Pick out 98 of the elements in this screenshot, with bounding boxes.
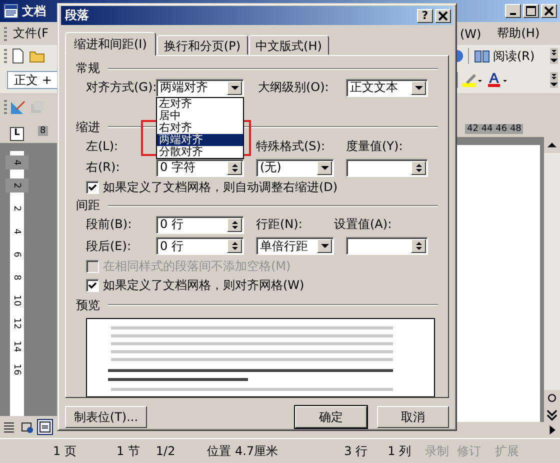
ruler-number: 8 [11, 274, 23, 282]
drawing-tools-icon[interactable] [10, 99, 26, 115]
spinner-icon[interactable] [227, 160, 242, 175]
menu-item[interactable]: 文件(F [10, 25, 52, 42]
font-color-icon[interactable] [486, 72, 508, 88]
spin-field[interactable]: 0 字符 [156, 158, 244, 177]
field-input[interactable]: 0 行 [157, 218, 227, 232]
minimize-button[interactable] [505, 4, 521, 18]
ruler-number: 16 [11, 362, 23, 376]
minimize-icon [510, 13, 516, 15]
close-icon [438, 10, 448, 20]
status-item: 1/2 [156, 444, 176, 458]
spin-field[interactable]: 0 行 [156, 216, 244, 234]
checkbox-label: 如果定义了文档网格，则对齐网格(W) [103, 276, 304, 294]
spinner-icon[interactable] [227, 239, 242, 254]
outline-level-dropdown[interactable]: 正文文本 [346, 78, 428, 97]
field-label: 对齐方式(G): [85, 79, 156, 96]
status-item: 扩展 [495, 442, 520, 460]
dropdown-option[interactable]: 右对齐 [157, 122, 243, 134]
status-item: 1 列 [388, 442, 412, 460]
dropdown-option[interactable]: 两端对齐 [157, 134, 243, 146]
status-item: 1 节 [116, 442, 140, 460]
tab[interactable]: 缩进和间距(I) [65, 32, 156, 56]
field-label: 大纲级别(O): [257, 79, 330, 96]
field-label: 右(R): [85, 159, 121, 176]
close-button[interactable] [541, 4, 557, 18]
ruler-number: 12 [11, 316, 23, 330]
field-input[interactable]: 两端对齐 [157, 80, 227, 95]
spin-field[interactable] [346, 237, 428, 256]
maximize-icon [526, 6, 536, 16]
dropdown-option[interactable]: 分散对齐 [157, 146, 243, 158]
field-input[interactable]: 单倍行距 [257, 239, 317, 254]
chevron-icon[interactable] [550, 48, 558, 64]
spinner-icon[interactable] [227, 218, 242, 232]
ruler-number: 14 [11, 340, 23, 354]
field-label: 左(L): [85, 138, 120, 155]
special-format-dropdown[interactable]: (无) [256, 158, 334, 177]
field-label: 行距(N): [255, 216, 304, 234]
menu-item[interactable]: 帮助(H) [494, 25, 543, 42]
checkbox[interactable] [86, 181, 99, 194]
section-heading: 间距 [76, 197, 100, 214]
book-icon [474, 48, 490, 64]
ruler-number: 2 [11, 204, 23, 214]
maximize-button[interactable] [523, 4, 539, 18]
dropdown-option[interactable]: 居中 [157, 110, 243, 122]
ruler-number: 4 [11, 228, 23, 236]
status-item: 录制 [425, 442, 450, 460]
status-item: 1 页 [53, 442, 76, 460]
dialog-button[interactable]: 确定 [295, 406, 367, 428]
field-label: 段后(E): [85, 238, 132, 255]
close-icon [544, 6, 554, 16]
menu-item[interactable]: (W) [457, 26, 484, 40]
ruler-number: 6 [11, 250, 23, 260]
ruler-number: 2 [6, 178, 28, 192]
dialog-title: 段落 [65, 7, 89, 24]
window-title: 文档 [22, 2, 46, 20]
spinner-icon[interactable] [411, 160, 426, 175]
field-input[interactable]: 0 行 [157, 239, 227, 254]
section-heading: 常规 [76, 60, 100, 77]
ruler-number: 4 [6, 156, 28, 170]
tab[interactable]: 中文版式(H) [248, 35, 329, 55]
normal-view-icon[interactable] [2, 420, 16, 434]
read-button[interactable]: 阅读(R) [472, 48, 537, 64]
field-input[interactable]: 正文文本 [347, 80, 411, 95]
field-label: 段前(B): [85, 216, 133, 234]
field-label: 度量值(Y): [346, 138, 403, 155]
section-heading: 缩进 [76, 118, 100, 136]
field-input[interactable]: (无) [257, 160, 317, 175]
dialog-button[interactable]: 取消 [377, 406, 449, 428]
ruler-number: 8 [38, 126, 48, 136]
field-label: 设置值(A): [334, 216, 392, 234]
tab-selector[interactable]: L [10, 127, 24, 141]
status-item: 位置 4.7厘米 [207, 442, 278, 460]
line-spacing-dropdown[interactable]: 单倍行距 [256, 237, 334, 256]
ruler-numbers: 42 44 46 48 [465, 124, 524, 134]
spin-field[interactable] [346, 158, 428, 177]
field-label: 特殊格式(S): [256, 138, 326, 155]
spin-field[interactable]: 0 行 [156, 237, 244, 256]
dialog-button[interactable]: 制表位(T)... [65, 406, 147, 428]
checkbox-label: 在相同样式的段落间不添加空格(M) [103, 258, 291, 275]
spinner-icon[interactable] [411, 239, 426, 254]
section-heading: 预览 [76, 296, 100, 314]
document-icon [3, 3, 19, 19]
field-input[interactable]: 0 字符 [157, 160, 227, 175]
web-view-icon[interactable] [20, 420, 34, 434]
close-button[interactable] [435, 8, 451, 22]
page-view-icon[interactable] [38, 420, 52, 434]
checkbox-label: 如果定义了文档网格，则自动调整右缩进(D) [103, 179, 338, 196]
tab[interactable]: 换行和分页(P) [156, 35, 248, 55]
chevron-icon[interactable] [550, 72, 558, 88]
style-field[interactable]: 正文 + [7, 71, 57, 89]
dropdown-option[interactable]: 左对齐 [157, 98, 243, 110]
status-item: 修订 [457, 442, 482, 460]
new-document-icon[interactable] [10, 48, 26, 64]
status-item: 3 行 [344, 442, 368, 460]
help-button[interactable]: ? [417, 8, 433, 22]
ruler-number: 10 [11, 294, 23, 308]
checkbox[interactable] [86, 278, 99, 292]
